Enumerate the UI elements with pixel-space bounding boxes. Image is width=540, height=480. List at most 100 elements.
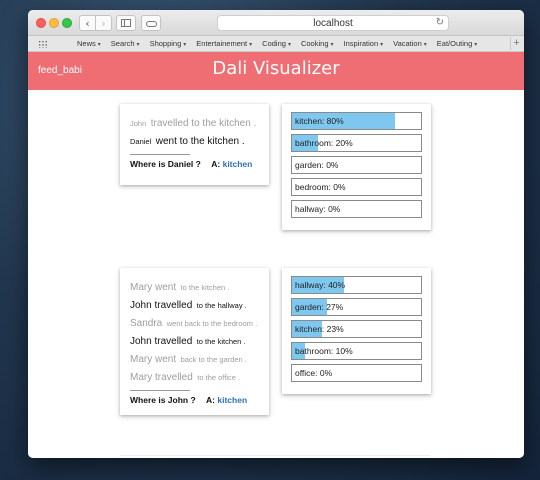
sidebar-toggle-button[interactable] <box>116 15 136 31</box>
browser-window: ‹ › localhost ↻ News ▾ Search ▾ Shopping ▾ Ent… <box>28 10 524 458</box>
favorites-item-label: Eat/Outing <box>436 39 473 48</box>
chevron-down-icon: ▾ <box>249 42 253 48</box>
memory-bar-label: kitchen: 80% <box>295 116 344 126</box>
favorites-item[interactable]: Cooking ▾ <box>296 39 339 48</box>
forward-button[interactable]: › <box>95 15 112 31</box>
answer-text: kitchen <box>222 159 253 169</box>
favorites-item-label: Coding <box>262 39 286 48</box>
story-subject: John travelled <box>130 336 193 347</box>
chevron-down-icon: ▾ <box>474 42 478 48</box>
story-rest: to the hallway . <box>196 301 247 310</box>
app-header: feed_babi Dali Visualizer <box>28 52 524 90</box>
chevron-down-icon: ▾ <box>330 42 334 48</box>
memory-bar: hallway: 0% <box>291 200 422 218</box>
answer-label: A: <box>211 159 221 169</box>
chevron-down-icon: ▾ <box>380 42 384 48</box>
story-subject: Mary travelled <box>130 372 193 383</box>
memory-bar-label: hallway: 40% <box>295 280 346 290</box>
favorites-item-label: News <box>77 39 96 48</box>
favorites-item-label: Vacation <box>393 39 422 48</box>
favorites-item-label: Cooking <box>300 39 329 48</box>
answer-label: A: <box>206 395 216 405</box>
memory-bar: kitchen: 80% <box>291 112 422 130</box>
story-subject: Daniel <box>130 137 152 146</box>
memory-bar: hallway: 40% <box>291 276 422 294</box>
question-text: Where is Daniel ? <box>130 159 201 169</box>
chevron-down-icon: ▾ <box>136 42 140 48</box>
grid-icon[interactable] <box>38 40 48 48</box>
cloud-icon <box>145 21 157 27</box>
story-rest: to the kitchen . <box>196 337 246 346</box>
memory-bar-label: bathroom: 10% <box>295 346 353 356</box>
story-card: Mary went to the kitchen . John travelle… <box>120 268 269 415</box>
memory-bar-label: hallway: 0% <box>295 204 341 214</box>
favorites-bar: News ▾ Search ▾ Shopping ▾ Entertainement ▾ Codi… <box>28 36 524 52</box>
story-sentence: John travelled to the kitchen . <box>130 332 259 350</box>
story-sentence: John travelled to the kitchen . <box>130 114 259 132</box>
story-card: John travelled to the kitchen . Daniel w… <box>120 104 269 185</box>
story-rest: travelled to the kitchen . <box>150 118 257 129</box>
story-rest: went back to the bedroom . <box>166 319 258 328</box>
close-window-button[interactable] <box>36 18 46 28</box>
favorites-item[interactable]: Vacation ▾ <box>388 39 432 48</box>
story-sentence: John travelled to the hallway . <box>130 296 259 314</box>
memory-bar: garden: 27% <box>291 298 422 316</box>
chevron-left-icon: ‹ <box>85 16 90 30</box>
question-line: Where is John ? A: kitchen <box>130 395 259 405</box>
chevron-right-icon: › <box>101 16 106 30</box>
story-subject: John <box>130 119 147 128</box>
favorites-item-label: Search <box>110 39 135 48</box>
chevron-down-icon: ▾ <box>183 42 187 48</box>
story-rest: went to the kitchen . <box>155 136 245 147</box>
story-sentence: Daniel went to the kitchen . <box>130 132 259 150</box>
chevron-down-icon: ▾ <box>287 42 291 48</box>
memory-bar-label: kitchen: 23% <box>295 324 344 334</box>
favorites-list: News ▾ Search ▾ Shopping ▾ Entertainement ▾ Codi… <box>72 39 482 48</box>
favorites-item-label: Entertainement <box>196 39 248 48</box>
icloud-tabs-button[interactable] <box>141 15 161 31</box>
minimize-window-button[interactable] <box>49 18 59 28</box>
story-sentence: Sandra went back to the bedroom . <box>130 314 259 332</box>
divider <box>130 390 190 391</box>
memory-bar: bathroom: 20% <box>291 134 422 152</box>
story-rest: to the kitchen . <box>180 283 230 292</box>
favorites-item-label: Shopping <box>149 39 182 48</box>
address-text: localhost <box>313 17 353 29</box>
main-content: John travelled to the kitchen . Daniel w… <box>28 90 524 458</box>
memory-bar: garden: 0% <box>291 156 422 174</box>
zoom-window-button[interactable] <box>62 18 72 28</box>
favorites-item[interactable]: Entertainement ▾ <box>191 39 257 48</box>
favorites-item[interactable]: Shopping ▾ <box>145 39 192 48</box>
favorites-item[interactable]: Eat/Outing ▾ <box>432 39 482 48</box>
memory-bar: office: 0% <box>291 364 422 382</box>
divider <box>130 154 190 155</box>
memory-bar-label: bathroom: 20% <box>295 138 353 148</box>
memory-bar: bedroom: 0% <box>291 178 422 196</box>
question-text: Where is John ? <box>130 395 196 405</box>
memory-bar: bathroom: 10% <box>291 342 422 360</box>
memory-card: kitchen: 80% bathroom: 20% garden: 0% be… <box>282 104 431 230</box>
story-subject: Mary went <box>130 354 177 365</box>
favorites-item[interactable]: Coding ▾ <box>257 39 296 48</box>
story-subject: Sandra <box>130 318 163 329</box>
favorites-item[interactable]: News ▾ <box>72 39 106 48</box>
favorites-item[interactable]: Inspiration ▾ <box>339 39 389 48</box>
question-line: Where is Daniel ? A: kitchen <box>130 159 259 169</box>
new-tab-button[interactable]: + <box>510 37 522 50</box>
reload-icon[interactable]: ↻ <box>436 17 444 28</box>
answer-text: kitchen <box>217 395 248 405</box>
sidebar-icon <box>121 19 131 27</box>
story-rest: to the office . <box>197 373 241 382</box>
story-rest: back to the garden . <box>180 355 247 364</box>
back-button[interactable]: ‹ <box>79 15 96 31</box>
chevron-down-icon: ▾ <box>97 42 101 48</box>
memory-bar-label: garden: 0% <box>295 160 339 170</box>
memory-bar-label: garden: 27% <box>295 302 344 312</box>
memory-bar: kitchen: 23% <box>291 320 422 338</box>
memory-bar-label: bedroom: 0% <box>295 182 346 192</box>
memory-card: hallway: 40% garden: 27% kitchen: 23% ba… <box>282 268 431 394</box>
address-bar[interactable]: localhost ↻ <box>217 15 449 31</box>
memory-bar-label: office: 0% <box>295 368 333 378</box>
favorites-item[interactable]: Search ▾ <box>106 39 145 48</box>
next-card-edge <box>120 455 430 458</box>
